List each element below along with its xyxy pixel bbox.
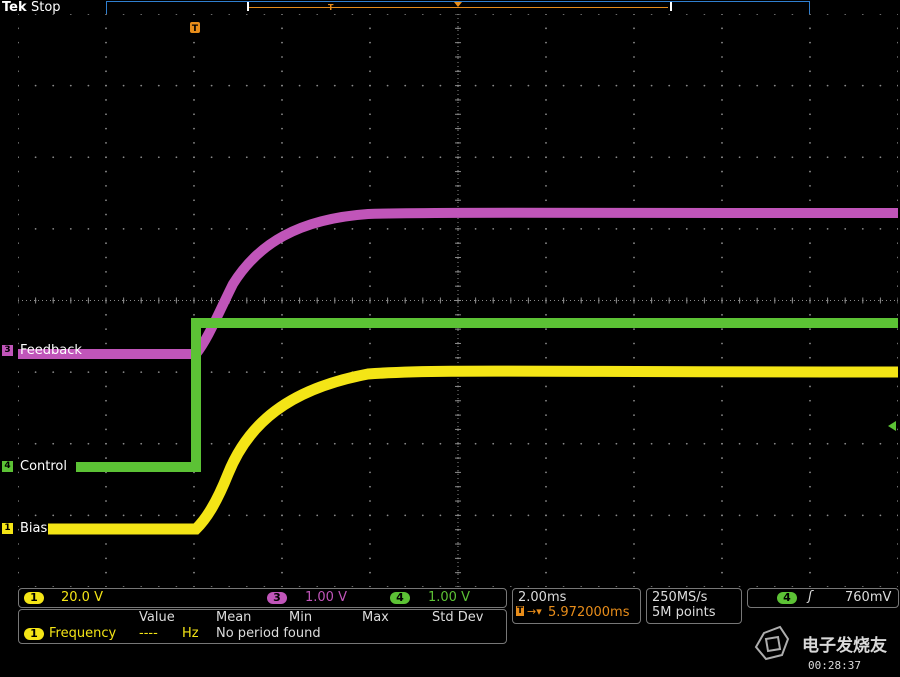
trigger-time-icon[interactable]: T xyxy=(190,22,200,34)
delay-arrow-icon: →▾ xyxy=(527,605,542,618)
svg-text:T: T xyxy=(192,24,199,34)
rising-edge-icon: ʃ xyxy=(808,589,813,604)
meas-note: No period found xyxy=(216,626,321,641)
ch1-badge[interactable]: 1 xyxy=(24,592,44,604)
meas-header-stddev: Std Dev xyxy=(432,610,484,625)
delay-trigger-icon: T xyxy=(516,606,525,616)
meas-value: ---- xyxy=(139,626,158,641)
trigger-position-icon[interactable] xyxy=(454,2,462,7)
meas-unit: Hz xyxy=(182,626,199,641)
watermark-text: 电子发烧友 xyxy=(802,635,887,656)
ch3-scale[interactable]: 1.00 V xyxy=(305,590,347,605)
ch1-scale[interactable]: 20.0 V xyxy=(61,590,103,605)
meas-header-mean: Mean xyxy=(216,610,252,625)
meas-header-min: Min xyxy=(289,610,313,625)
record-trigger-icon: T xyxy=(328,3,334,12)
waveform-display[interactable]: T xyxy=(18,14,898,587)
ch4-scale[interactable]: 1.00 V xyxy=(428,590,470,605)
ch3-label: Feedback xyxy=(20,343,82,358)
ch4-marker-icon[interactable]: 4 xyxy=(2,461,13,472)
horizontal-delay[interactable]: 5.972000ms xyxy=(548,605,629,620)
acquisition-state[interactable]: Stop xyxy=(31,0,61,15)
meas-name: Frequency xyxy=(49,626,117,641)
meas-header-value: Value xyxy=(139,610,175,625)
clock-time: 00:28:37 xyxy=(808,659,861,672)
horizontal-scale[interactable]: 2.00ms xyxy=(518,590,566,605)
ch1-marker-icon[interactable]: 1 xyxy=(2,523,13,534)
sample-rate: 250MS/s xyxy=(652,590,708,605)
ch3-badge[interactable]: 3 xyxy=(267,592,287,604)
brand-logo: Tek xyxy=(2,0,27,15)
trigger-level[interactable]: 760mV xyxy=(845,590,891,605)
record-length: 5M points xyxy=(652,605,716,620)
meas-channel-badge: 1 xyxy=(24,628,44,640)
ch3-marker-icon[interactable]: 3 xyxy=(2,345,13,356)
ch4-badge[interactable]: 4 xyxy=(390,592,410,604)
record-trigger-line xyxy=(249,7,668,8)
meas-header-max: Max xyxy=(362,610,389,625)
trigger-source-badge[interactable]: 4 xyxy=(777,592,797,604)
ch4-label: Control xyxy=(20,459,67,474)
watermark-logo: 电子发烧友 00:28:37 xyxy=(752,625,898,673)
ch1-label: Bias xyxy=(20,521,48,536)
